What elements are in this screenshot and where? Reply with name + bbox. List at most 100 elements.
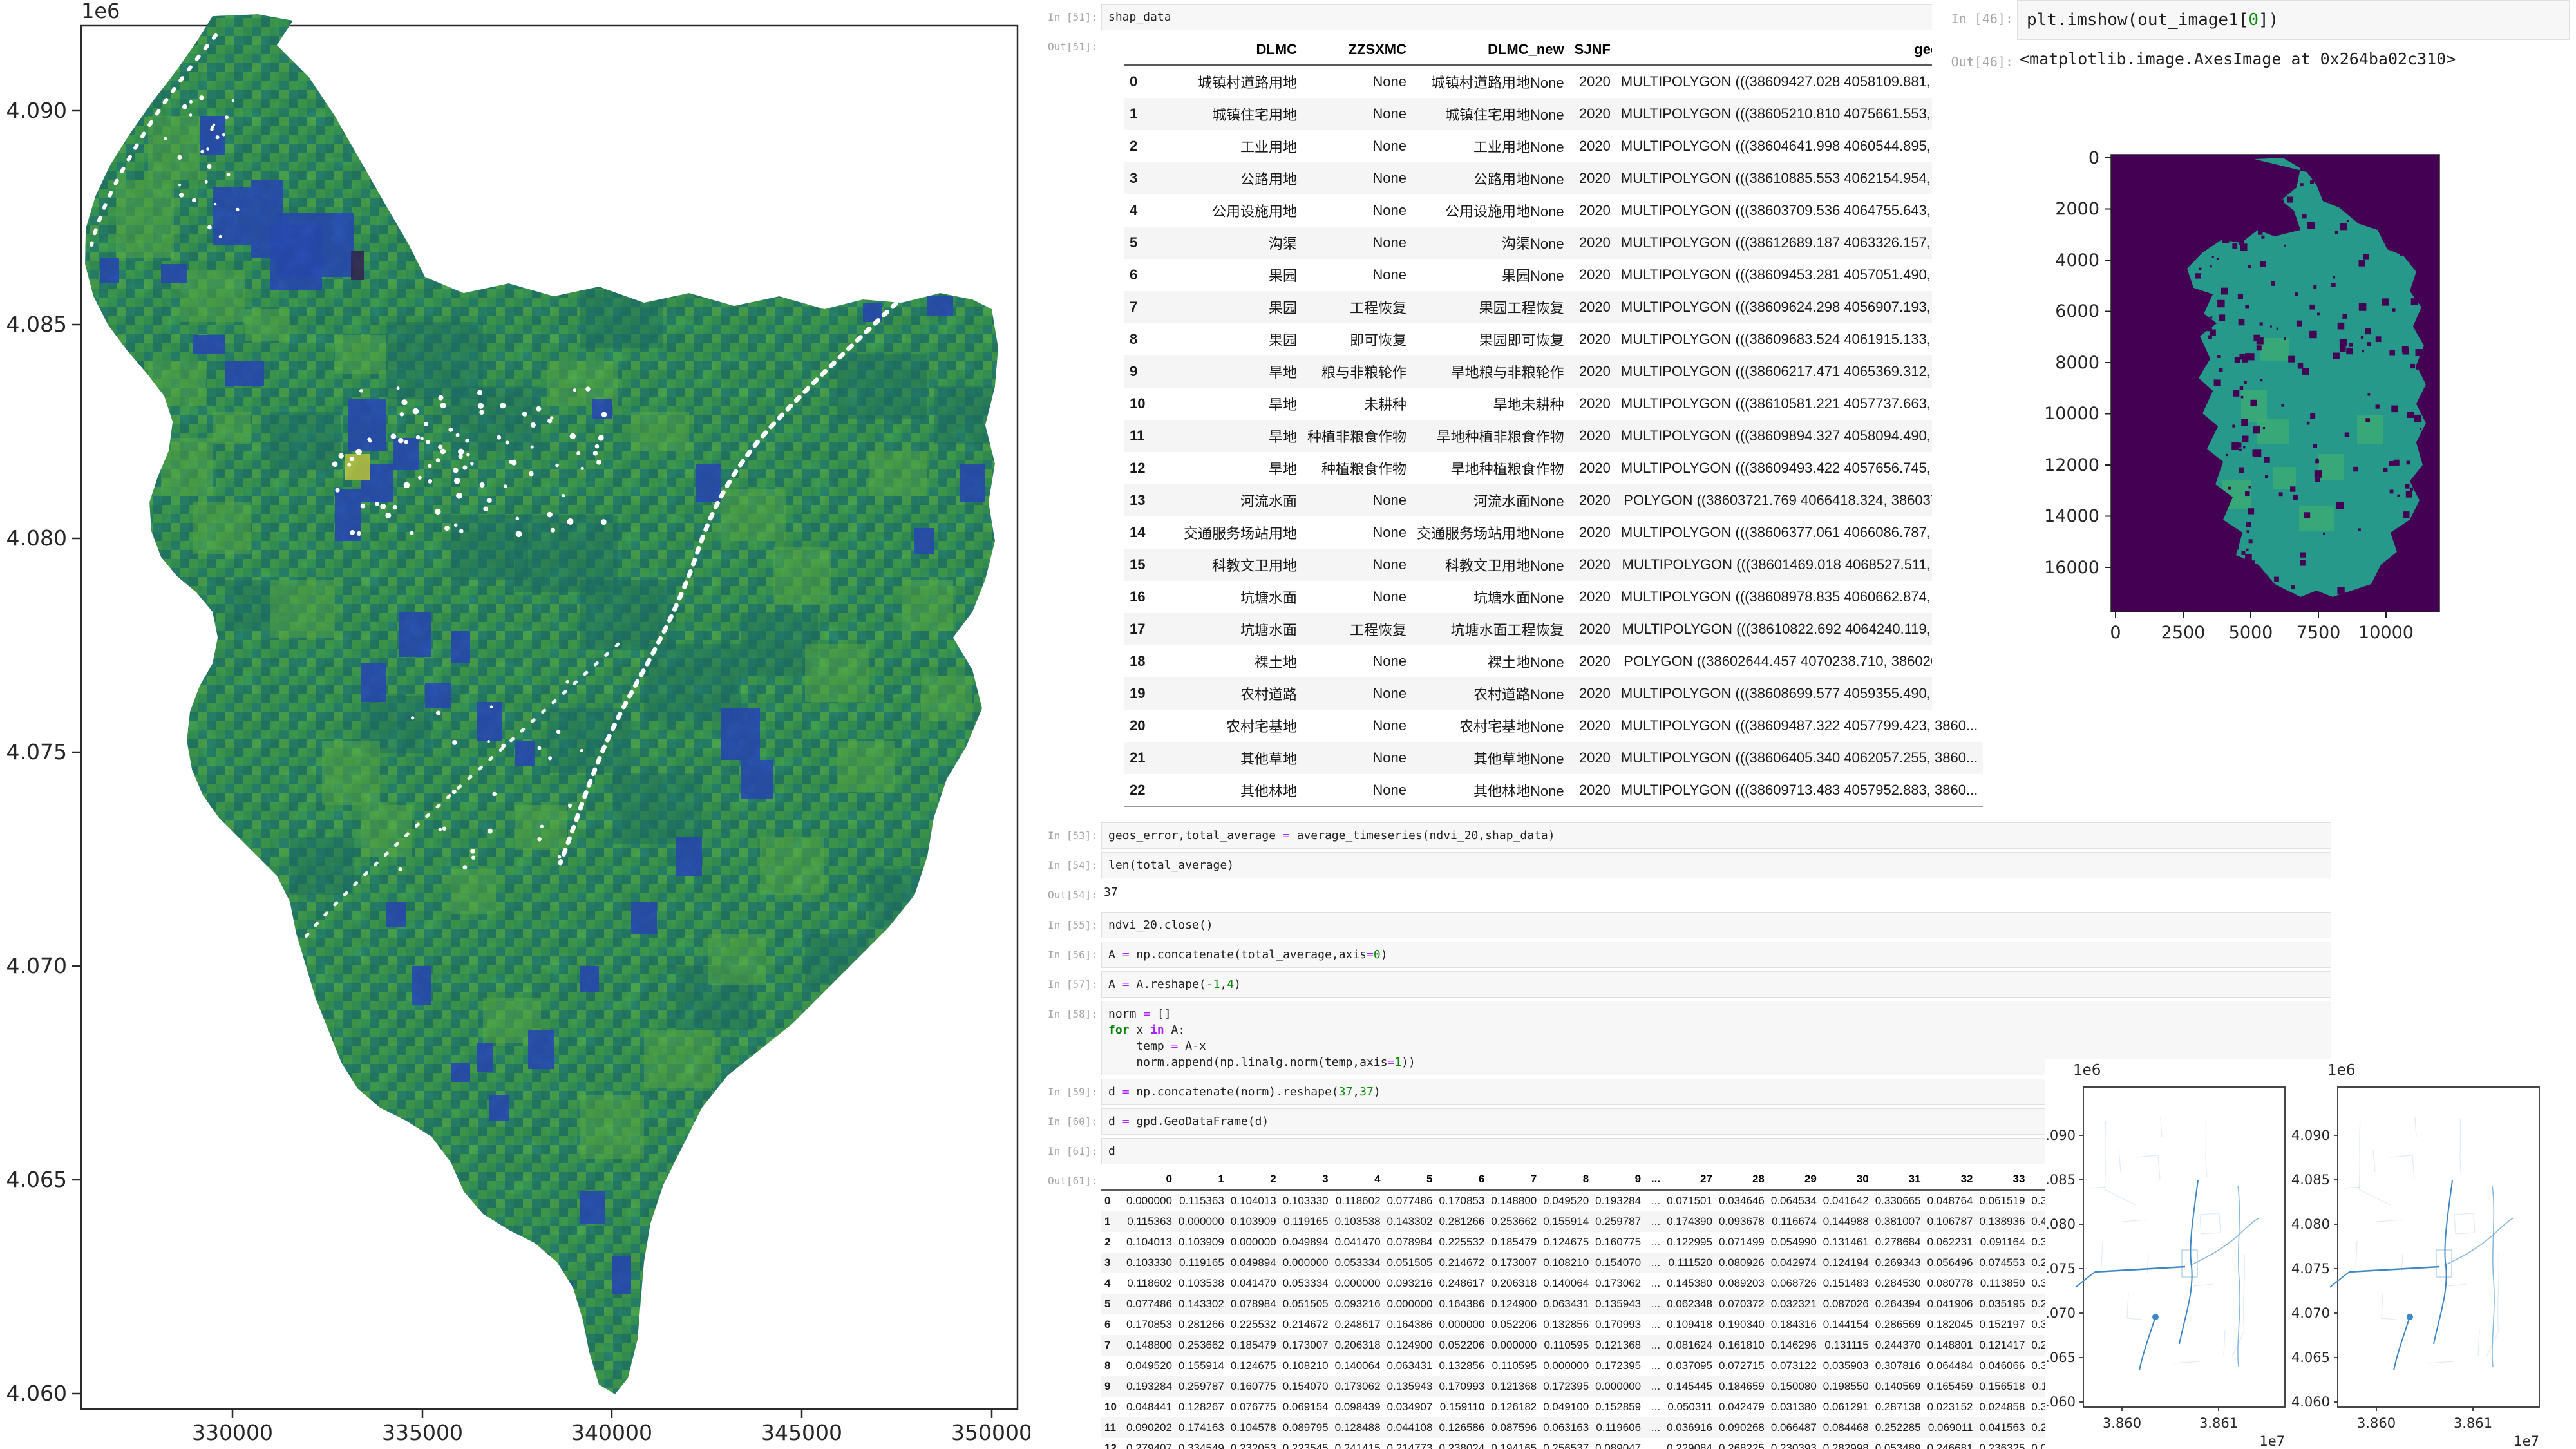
cell: 0.116674	[1768, 1211, 1820, 1232]
map-town-speckle	[458, 449, 464, 455]
cell: 0.152859	[1592, 1397, 1644, 1417]
cell: 0.098439	[1332, 1397, 1384, 1417]
imshow-hole-speckle	[2243, 446, 2245, 448]
imshow-hole-speckle	[2389, 350, 2395, 356]
svg-text:16000: 16000	[2044, 558, 2099, 578]
map-town-speckle	[426, 440, 430, 444]
imshow-hole-speckle	[2248, 265, 2251, 268]
cell: 0.225532	[1227, 1314, 1280, 1335]
cell: MULTIPOLYGON (((38610581.221 4057737.663…	[1616, 388, 1983, 420]
imshow-hole-speckle	[2295, 292, 2298, 296]
imshow-hole-speckle	[2214, 379, 2221, 386]
cell-input[interactable]: geos_error,total_average = average_times…	[1101, 822, 2331, 849]
map-speckle	[490, 705, 493, 708]
cell: 0.119165	[1175, 1253, 1227, 1273]
cell: 0.063431	[1540, 1294, 1592, 1314]
map-speckle	[199, 95, 204, 100]
cell: 其他草地	[1160, 742, 1302, 774]
map-town-speckle	[576, 451, 580, 455]
imshow-hole-speckle	[2246, 522, 2251, 527]
code-text: plt.imshow(out_image1[0])	[2027, 8, 2560, 32]
cell: 0.140064	[1332, 1356, 1384, 1376]
row-index: 2	[1101, 1232, 1123, 1253]
map-speckle	[219, 235, 222, 238]
map-town-speckle	[456, 493, 462, 499]
row-index: 0	[1124, 65, 1160, 98]
imshow-y-ticks: 0 2000 4000 6000 8000 10000 12000 14000 …	[2044, 148, 2111, 578]
map-speckle	[179, 193, 184, 197]
cell: 0.049100	[1540, 1397, 1592, 1417]
imshow-hole-speckle	[2360, 303, 2363, 307]
map-town-speckle	[448, 428, 453, 432]
map-speckle	[548, 756, 552, 760]
cell: 0.050311	[1663, 1397, 1716, 1417]
cell: 城镇住宅用地None	[1412, 98, 1569, 130]
imshow-hole-speckle	[2309, 305, 2315, 310]
cell: 2020	[1569, 130, 1616, 162]
cell-prompt: In [55]:	[1030, 912, 1101, 938]
svg-text:4.090: 4.090	[2291, 1128, 2330, 1143]
imshow-hole-speckle	[2239, 468, 2244, 473]
svg-text:6000: 6000	[2055, 301, 2099, 321]
map-town-speckle	[347, 463, 351, 467]
cell-input[interactable]: plt.imshow(out_image1[0])	[2017, 0, 2570, 40]
cell: 沟渠None	[1412, 227, 1569, 259]
cell: 2020	[1569, 774, 1616, 807]
column-header: 1	[1175, 1169, 1227, 1190]
cell: 0.126586	[1435, 1417, 1488, 1438]
imshow-hole-speckle	[2239, 449, 2242, 451]
cell-input[interactable]: ndvi_20.close()	[1101, 912, 2331, 938]
cell: None	[1302, 65, 1412, 98]
svg-text:335000: 335000	[382, 1420, 463, 1445]
imshow-hole-speckle	[2248, 486, 2251, 489]
cell-input[interactable]: len(total_average)	[1101, 852, 2331, 878]
cell: 0.000000	[1384, 1294, 1436, 1314]
map-town-speckle	[393, 505, 397, 509]
svg-text:0: 0	[2088, 148, 2099, 168]
row-index: 11	[1101, 1417, 1123, 1438]
imshow-hole-speckle	[2407, 461, 2410, 465]
map-town-speckle	[567, 518, 574, 525]
cell: 0.113850	[1976, 1273, 2029, 1294]
cell: 城镇住宅用地	[1160, 98, 1302, 130]
cell: 坑塘水面	[1160, 581, 1302, 613]
cell: 0.145445	[1663, 1376, 1716, 1397]
cell: 河流水面	[1160, 484, 1302, 516]
cell: 0.036916	[1663, 1417, 1716, 1438]
map-town-speckle	[580, 467, 583, 470]
svg-text:4.090: 4.090	[2045, 1128, 2076, 1143]
map-town-speckle	[487, 498, 492, 503]
imshow-figure: 0 2000 4000 6000 8000 10000 12000 14000 …	[2029, 145, 2492, 667]
imshow-hole-speckle	[2263, 427, 2265, 429]
column-header: 29	[1768, 1169, 1820, 1190]
imshow-hole-speckle	[2358, 528, 2361, 531]
map-town-speckle	[350, 530, 355, 535]
cell: 0.089203	[1716, 1273, 1768, 1294]
cell-input[interactable]: A = A.reshape(-1,4)	[1101, 971, 2331, 998]
imshow-hole-speckle	[2304, 512, 2310, 518]
row-index: 11	[1124, 420, 1160, 452]
imshow-hole-speckle	[2287, 196, 2293, 202]
map-town-speckle	[332, 461, 338, 467]
cell: 0.248617	[1435, 1273, 1488, 1294]
geopandas-plots-panel: 1e6 4.090 4.085 4.080 4.075 4.070 4.065 …	[2045, 1059, 2576, 1449]
cell: 0.334549	[1175, 1438, 1227, 1449]
imshow-hole-speckle	[2210, 265, 2212, 267]
map-town-speckle	[536, 406, 541, 412]
svg-text:4.075: 4.075	[2045, 1261, 2076, 1276]
cell: 0.160775	[1592, 1232, 1644, 1253]
cell: 农村宅基地None	[1412, 710, 1569, 742]
cell: 2020	[1569, 162, 1616, 194]
map-speckle	[236, 208, 239, 211]
cell: 2020	[1569, 227, 1616, 259]
map-town-speckle	[483, 506, 488, 511]
cell: 0.241415	[1332, 1438, 1384, 1449]
column-header: 5	[1384, 1169, 1436, 1190]
cell: 0.031380	[1768, 1397, 1820, 1417]
cell-input[interactable]: A = np.concatenate(total_average,axis=0)	[1101, 942, 2331, 968]
cell: 0.087596	[1488, 1417, 1540, 1438]
row-index: 9	[1101, 1376, 1123, 1397]
cell: 果园	[1160, 259, 1302, 291]
code-cell: In [57]:A = A.reshape(-1,4)	[1030, 971, 2331, 998]
cell: 交通服务场站用地	[1160, 516, 1302, 549]
